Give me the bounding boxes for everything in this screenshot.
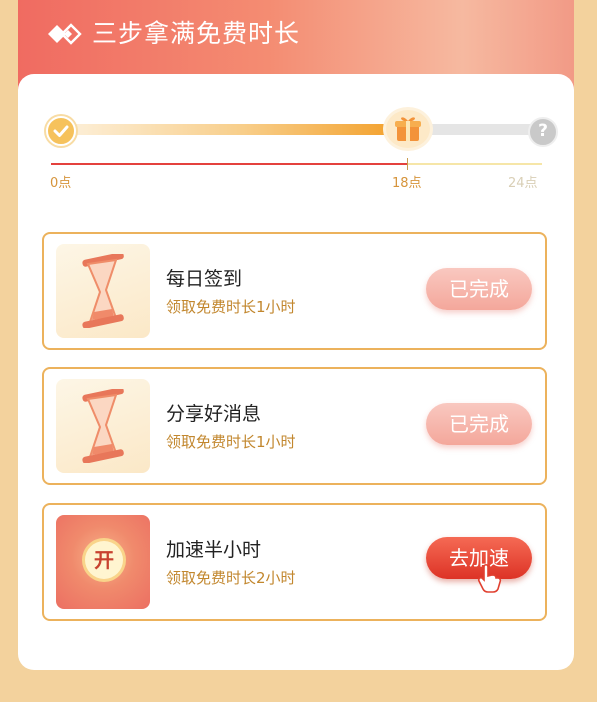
hourglass-icon [82,254,124,328]
task-title: 每日签到 [166,268,243,290]
time-line-elapsed [51,163,408,165]
page-title: 三步拿满免费时长 [92,19,301,48]
page: 三步拿满免费时长 ? 0点 18点 24点 每日签到 领取免费时长1小时 已完成… [0,0,597,702]
progress-track-done [52,124,392,135]
task-title: 分享好消息 [166,403,262,425]
completed-button[interactable]: 已完成 [426,268,532,310]
task-subtitle: 领取免费时长1小时 [166,433,296,451]
check-icon [53,125,69,137]
hourglass-icon [82,389,124,463]
task-thumbnail [56,244,150,338]
task-row: 开 加速半小时 领取免费时长2小时 去加速 [42,503,547,621]
task-row: 每日签到 领取免费时长1小时 已完成 [42,232,547,350]
task-subtitle: 领取免费时长1小时 [166,298,296,316]
time-label-current: 18点 [392,176,422,191]
time-tick [407,158,408,170]
time-label-start: 0点 [50,176,72,191]
time-label-end: 24点 [508,176,538,191]
progress-node-start [46,116,76,146]
task-title: 加速半小时 [166,539,262,561]
task-subtitle: 领取免费时长2小时 [166,569,296,587]
help-icon: ? [538,121,548,141]
progress-node-gift[interactable] [386,110,430,148]
task-thumbnail [56,379,150,473]
gift-icon [395,117,421,141]
time-line-remaining [408,163,542,165]
task-thumbnail: 开 [56,515,150,609]
diamond-icon [48,23,82,45]
hand-pointer-icon [477,563,502,593]
task-row: 分享好消息 领取免费时长1小时 已完成 [42,367,547,485]
open-badge: 开 [85,541,123,579]
progress-node-end: ? [528,117,558,147]
completed-button[interactable]: 已完成 [426,403,532,445]
